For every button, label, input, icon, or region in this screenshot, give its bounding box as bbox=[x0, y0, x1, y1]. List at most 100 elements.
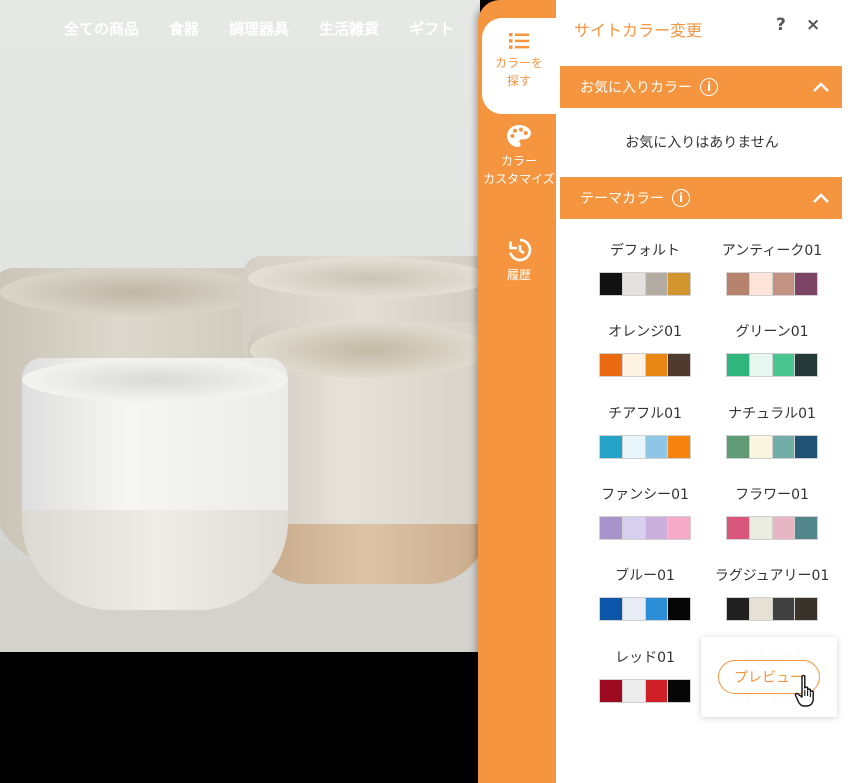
theme-swatches bbox=[599, 679, 691, 703]
color-swatch bbox=[600, 273, 623, 295]
themes-label: テーマカラー bbox=[580, 191, 664, 207]
color-swatch bbox=[600, 598, 623, 620]
palette-icon bbox=[507, 125, 531, 147]
tab-history[interactable]: 履歴 bbox=[482, 238, 556, 284]
cup-front bbox=[22, 358, 288, 610]
theme-option[interactable]: チアフル01 bbox=[578, 404, 712, 459]
theme-swatches bbox=[726, 516, 818, 540]
nav-all-products[interactable]: 全ての商品 bbox=[64, 18, 139, 39]
color-swatch bbox=[727, 273, 750, 295]
color-swatch bbox=[749, 517, 773, 539]
info-icon[interactable]: i bbox=[672, 189, 690, 207]
chevron-up-icon[interactable] bbox=[810, 76, 832, 98]
nav-gift[interactable]: ギフト bbox=[409, 18, 454, 39]
color-swatch bbox=[795, 273, 817, 295]
theme-option[interactable]: デフォルト bbox=[578, 241, 712, 296]
color-swatch bbox=[645, 354, 669, 376]
nav-cookware[interactable]: 調理器具 bbox=[229, 18, 289, 39]
theme-swatches bbox=[726, 353, 818, 377]
color-swatch bbox=[668, 680, 690, 702]
color-swatch bbox=[727, 436, 750, 458]
tab-find-color[interactable]: カラーを 探す bbox=[482, 18, 556, 114]
theme-option[interactable]: ラグジュアリー01 bbox=[705, 566, 839, 621]
color-swatch bbox=[622, 680, 646, 702]
favorites-label: お気に入りカラー bbox=[580, 80, 692, 96]
color-swatch bbox=[600, 517, 623, 539]
color-swatch bbox=[727, 517, 750, 539]
nav-household[interactable]: 生活雑貨 bbox=[319, 18, 379, 39]
color-swatch bbox=[600, 436, 623, 458]
color-swatch bbox=[668, 436, 690, 458]
color-swatch bbox=[645, 598, 669, 620]
color-swatch bbox=[795, 598, 817, 620]
tab-customize-label: カラー カスタマイズ bbox=[483, 154, 555, 186]
themes-section-header[interactable]: テーマカラー i bbox=[560, 177, 842, 219]
site-background: 全ての商品 食器 調理器具 生活雑貨 ギフト bbox=[0, 0, 480, 783]
theme-name: チアフル01 bbox=[608, 406, 682, 422]
color-swatch bbox=[668, 273, 690, 295]
theme-option[interactable]: ナチュラル01 bbox=[705, 404, 839, 459]
color-swatch bbox=[772, 517, 796, 539]
color-swatch bbox=[668, 517, 690, 539]
tab-find-label: カラーを 探す bbox=[494, 56, 543, 88]
color-swatch bbox=[622, 436, 646, 458]
nav-tableware[interactable]: 食器 bbox=[169, 18, 199, 39]
theme-option[interactable]: レッド01 bbox=[578, 648, 712, 703]
color-swatch bbox=[600, 680, 623, 702]
hand-cursor-icon bbox=[794, 674, 814, 707]
color-swatch bbox=[749, 436, 773, 458]
theme-name: デフォルト bbox=[610, 243, 680, 259]
color-swatch bbox=[749, 598, 773, 620]
site-nav: 全ての商品 食器 調理器具 生活雑貨 ギフト bbox=[64, 18, 454, 39]
theme-name: グリーン01 bbox=[735, 324, 809, 340]
color-swatch bbox=[795, 517, 817, 539]
theme-name: レッド01 bbox=[615, 650, 675, 666]
theme-name: ラグジュアリー01 bbox=[714, 568, 830, 584]
color-swatch bbox=[645, 273, 669, 295]
color-swatch bbox=[772, 598, 796, 620]
color-swatch bbox=[668, 598, 690, 620]
info-icon[interactable]: i bbox=[700, 78, 718, 96]
theme-name: オレンジ01 bbox=[608, 324, 682, 340]
color-swatch bbox=[772, 273, 796, 295]
theme-name: ブルー01 bbox=[615, 568, 675, 584]
color-swatch bbox=[772, 436, 796, 458]
color-swatch bbox=[622, 598, 646, 620]
theme-option[interactable]: グリーン01 bbox=[705, 322, 839, 377]
panel-tabs: カラーを 探す カラー カスタマイズ 履歴 bbox=[478, 0, 556, 783]
theme-option[interactable]: アンティーク01 bbox=[705, 241, 839, 296]
close-button[interactable]: × bbox=[806, 15, 820, 35]
tab-history-label: 履歴 bbox=[506, 268, 531, 282]
theme-option[interactable]: ファンシー01 bbox=[578, 485, 712, 540]
theme-swatches bbox=[726, 597, 818, 621]
panel-title: サイトカラー変更 bbox=[574, 21, 703, 40]
color-swatch bbox=[622, 354, 646, 376]
theme-swatches bbox=[599, 272, 691, 296]
theme-swatches bbox=[726, 435, 818, 459]
color-swatch bbox=[622, 517, 646, 539]
color-swatch bbox=[727, 354, 750, 376]
favorites-section-header[interactable]: お気に入りカラー i bbox=[560, 66, 842, 108]
theme-swatches bbox=[599, 597, 691, 621]
list-icon bbox=[509, 33, 529, 49]
favorites-empty-text: お気に入りはありません bbox=[625, 135, 779, 151]
help-button[interactable]: ? bbox=[776, 15, 786, 35]
hero-image bbox=[0, 0, 480, 652]
color-swatch bbox=[727, 598, 750, 620]
theme-option[interactable]: ブルー01 bbox=[578, 566, 712, 621]
color-swatch bbox=[645, 517, 669, 539]
theme-name: ファンシー01 bbox=[601, 487, 689, 503]
theme-option[interactable]: オレンジ01 bbox=[578, 322, 712, 377]
theme-swatches bbox=[599, 516, 691, 540]
color-swatch bbox=[795, 436, 817, 458]
theme-option[interactable]: フラワー01 bbox=[705, 485, 839, 540]
color-swatch bbox=[600, 354, 623, 376]
color-swatch bbox=[645, 680, 669, 702]
color-swatch bbox=[622, 273, 646, 295]
chevron-up-icon[interactable] bbox=[810, 187, 832, 209]
theme-swatches bbox=[599, 353, 691, 377]
color-swatch bbox=[668, 354, 690, 376]
tab-customize[interactable]: カラー カスタマイズ bbox=[482, 124, 556, 188]
theme-swatches bbox=[599, 435, 691, 459]
theme-name: アンティーク01 bbox=[721, 243, 823, 259]
